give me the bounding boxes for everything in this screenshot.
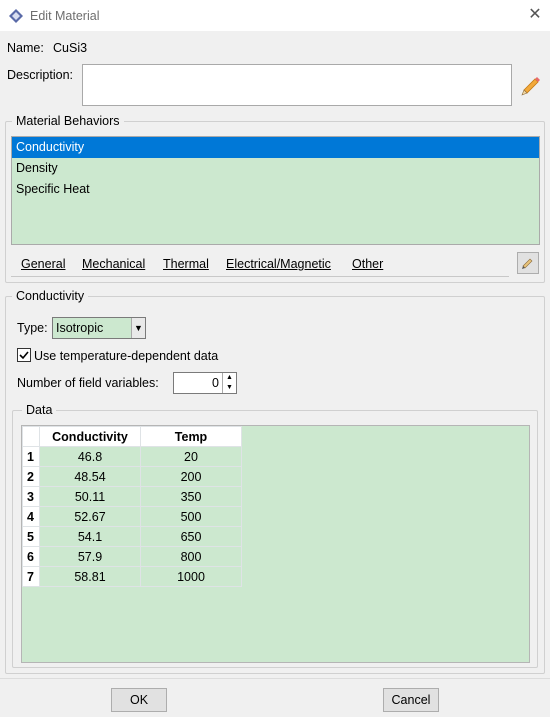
description-field[interactable] — [82, 64, 512, 106]
title-bar: Edit Material ✕ — [0, 0, 550, 31]
name-label: Name: — [7, 41, 44, 55]
row-number: 4 — [22, 506, 40, 527]
pencil-icon[interactable] — [520, 74, 542, 96]
list-item-density[interactable]: Density — [12, 158, 539, 179]
table-row: 5 54.1 650 — [22, 526, 242, 547]
checkmark-icon — [19, 351, 29, 360]
name-value: CuSi3 — [53, 41, 88, 55]
window-title: Edit Material — [30, 9, 100, 23]
ok-button[interactable]: OK — [111, 688, 167, 712]
temp-cell[interactable]: 500 — [140, 506, 242, 527]
spin-up-icon[interactable]: ▲ — [222, 373, 236, 383]
cancel-button[interactable]: Cancel — [383, 688, 439, 712]
menu-mechanical[interactable]: Mechanical — [82, 257, 145, 271]
column-header-temp[interactable]: Temp — [140, 426, 242, 447]
table-row: 6 57.9 800 — [22, 546, 242, 567]
field-variables-spinbox[interactable]: 0 ▲ ▼ — [173, 372, 237, 394]
footer-divider — [0, 678, 550, 679]
type-select-value: Isotropic — [56, 321, 104, 335]
temp-cell[interactable]: 1000 — [140, 566, 242, 587]
data-legend: Data — [22, 403, 57, 417]
temp-dependent-label: Use temperature-dependent data — [34, 349, 219, 363]
field-variables-value: 0 — [212, 376, 219, 390]
behaviors-list: Conductivity Density Specific Heat — [11, 136, 540, 245]
spin-down-icon[interactable]: ▼ — [222, 383, 236, 393]
column-header-conductivity[interactable]: Conductivity — [39, 426, 141, 447]
menu-general[interactable]: General — [21, 257, 65, 271]
field-variables-label: Number of field variables: — [17, 376, 159, 390]
temp-cell[interactable]: 350 — [140, 486, 242, 507]
list-item-specific-heat[interactable]: Specific Heat — [12, 179, 539, 200]
menu-edit-button[interactable] — [517, 252, 539, 274]
row-number: 6 — [22, 546, 40, 567]
conductivity-cell[interactable]: 50.11 — [39, 486, 141, 507]
conductivity-cell[interactable]: 48.54 — [39, 466, 141, 487]
menu-other[interactable]: Other — [352, 257, 383, 271]
row-number: 7 — [22, 566, 40, 587]
temp-cell[interactable]: 200 — [140, 466, 242, 487]
data-table-area: Conductivity Temp 1 46.8 20 2 48.54 200 3 50.… — [21, 425, 530, 663]
chevron-down-icon[interactable]: ▼ — [131, 318, 145, 338]
table-row: 2 48.54 200 — [22, 466, 242, 487]
description-label: Description: — [7, 68, 73, 82]
temp-dependent-checkbox[interactable] — [17, 348, 31, 362]
table-row: 3 50.11 350 — [22, 486, 242, 507]
conductivity-cell[interactable]: 57.9 — [39, 546, 141, 567]
close-icon[interactable]: ✕ — [526, 6, 544, 24]
data-table: Conductivity Temp 1 46.8 20 2 48.54 200 3 50.… — [22, 426, 242, 587]
conductivity-cell[interactable]: 46.8 — [39, 446, 141, 467]
material-behaviors-legend: Material Behaviors — [12, 114, 124, 128]
conductivity-legend: Conductivity — [12, 289, 89, 303]
temp-cell[interactable]: 20 — [140, 446, 242, 467]
app-icon — [9, 9, 23, 23]
table-row: 1 46.8 20 — [22, 446, 242, 467]
conductivity-cell[interactable]: 58.81 — [39, 566, 141, 587]
list-item-conductivity[interactable]: Conductivity — [12, 137, 539, 158]
row-number: 1 — [22, 446, 40, 467]
table-row: 7 58.81 1000 — [22, 566, 242, 587]
row-number: 3 — [22, 486, 40, 507]
row-number: 2 — [22, 466, 40, 487]
table-row: 4 52.67 500 — [22, 506, 242, 527]
menu-electrical-magnetic[interactable]: Electrical/Magnetic — [226, 257, 331, 271]
conductivity-cell[interactable]: 52.67 — [39, 506, 141, 527]
behavior-menu-bar: General Mechanical Thermal Electrical/Ma… — [11, 251, 509, 277]
row-number: 5 — [22, 526, 40, 547]
type-select[interactable]: Isotropic ▼ — [52, 317, 146, 339]
temp-cell[interactable]: 800 — [140, 546, 242, 567]
conductivity-cell[interactable]: 54.1 — [39, 526, 141, 547]
type-label: Type: — [17, 321, 48, 335]
pencil-icon — [522, 258, 533, 269]
menu-thermal[interactable]: Thermal — [163, 257, 209, 271]
temp-cell[interactable]: 650 — [140, 526, 242, 547]
